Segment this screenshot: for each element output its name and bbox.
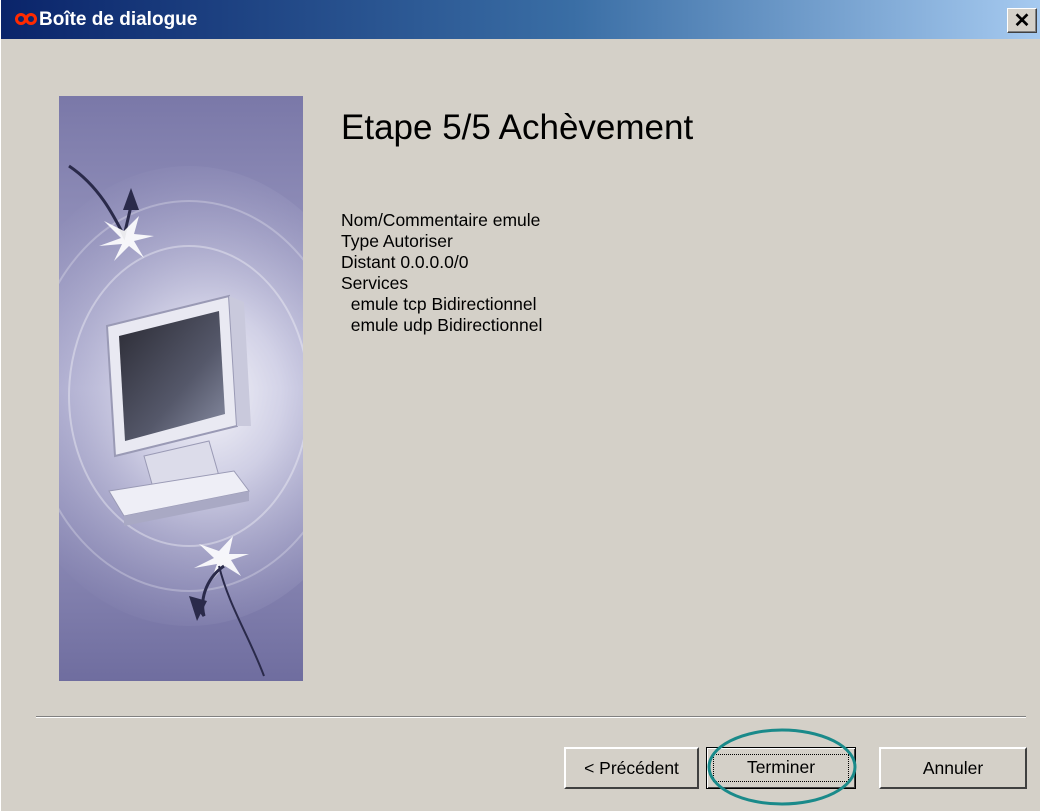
summary-line-type: Type Autoriser xyxy=(341,231,453,251)
wizard-step-heading: Etape 5/5 Achèvement xyxy=(341,108,694,147)
window-title: Boîte de dialogue xyxy=(39,9,198,30)
finish-button[interactable]: Terminer xyxy=(706,747,856,789)
summary-line-remote: Distant 0.0.0.0/0 xyxy=(341,252,469,272)
summary-line-services: Services xyxy=(341,273,409,293)
summary-line-name: Nom/Commentaire emule xyxy=(341,210,541,230)
cancel-button-label: Annuler xyxy=(922,758,984,778)
summary-block: Nom/Commentaire emule Type Autoriser Dis… xyxy=(341,210,542,336)
focus-rectangle xyxy=(713,754,849,782)
close-button[interactable]: ✕ xyxy=(1007,8,1037,33)
summary-line-service-tcp: emule tcp Bidirectionnel xyxy=(341,294,537,314)
previous-button[interactable]: < Précédent xyxy=(564,747,699,789)
title-bar[interactable]: Boîte de dialogue ✕ xyxy=(1,0,1040,39)
wizard-side-image xyxy=(59,96,303,681)
close-icon: ✕ xyxy=(1013,10,1031,32)
previous-button-label: < Précédent xyxy=(584,758,679,778)
footer-separator xyxy=(36,716,1026,718)
dialog-window: Boîte de dialogue ✕ Etape 5/5 Achèvement… xyxy=(0,0,1040,811)
summary-line-service-udp: emule udp Bidirectionnel xyxy=(341,315,543,335)
infinity-logo-icon xyxy=(15,13,37,25)
cancel-button[interactable]: Annuler xyxy=(879,747,1027,789)
monitor-illustration xyxy=(59,96,303,681)
